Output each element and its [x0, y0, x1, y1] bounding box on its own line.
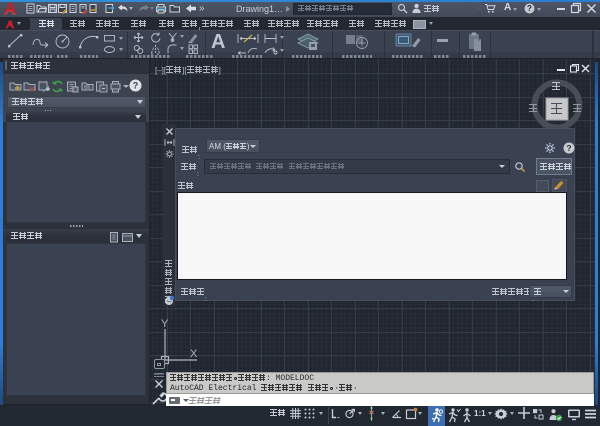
svg-text:Y: Y	[161, 318, 169, 330]
svg-text:?: ?	[527, 4, 532, 13]
svg-text:?: ?	[566, 143, 571, 153]
svg-text:X: X	[190, 348, 198, 360]
svg-text:?: ?	[133, 81, 139, 91]
